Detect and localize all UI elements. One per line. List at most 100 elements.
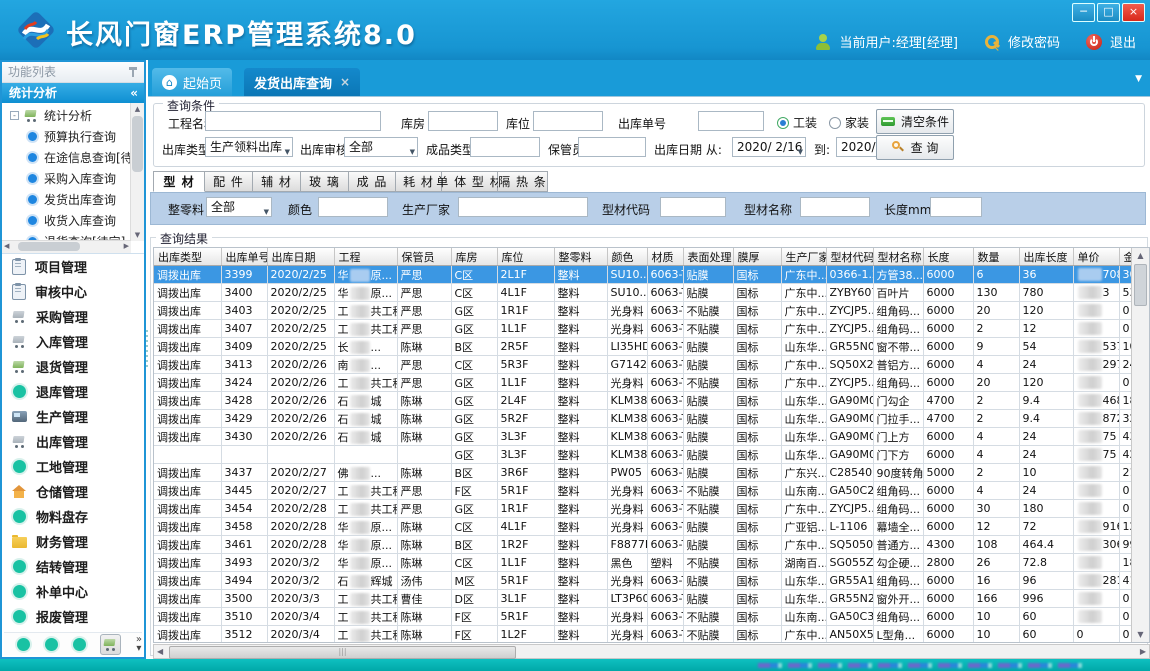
scrollbar-thumb[interactable] [18,242,80,251]
product-type-input[interactable] [470,137,540,157]
scrollbar-thumb[interactable] [1134,264,1147,306]
minimize-button[interactable]: ─ [1072,3,1095,22]
circle-icon[interactable] [17,638,30,651]
scrollbar-thumb[interactable] [132,116,143,172]
profile-code-input[interactable] [660,197,726,217]
maximize-button[interactable]: □ [1097,3,1120,22]
tree-root-item[interactable]: -统计分析 [2,105,131,126]
color-input[interactable] [318,197,388,217]
table-row[interactable]: 调拨出库34282020/2/26石城陈琳G区2L4F整料KLM38176063… [154,392,1136,410]
more-chevron[interactable]: »▾ [136,635,142,653]
order-no-input[interactable] [698,111,764,131]
table-row[interactable]: 调拨出库34002020/2/25华原...严思C区4L1F整料SU10...6… [154,284,1136,302]
scroll-down-icon[interactable]: ▼ [1132,627,1149,642]
circle-icon[interactable] [45,638,58,651]
column-header-qty[interactable]: 数量 [973,248,1019,266]
table-row[interactable]: 调拨出库34942020/3/2石辉城汤伟M区5R1F整料光身料6063-T5贴… [154,572,1136,590]
clear-conditions-button[interactable]: 清空条件 [876,109,954,134]
material-tab[interactable]: 玻 璃 [301,171,349,192]
tab-list-dropdown-icon[interactable]: ▼ [1135,74,1142,84]
sidebar-menu-item[interactable]: 物料盘存 [2,504,144,529]
sidebar-menu-item[interactable]: 生产管理 [2,404,144,429]
table-row[interactable]: 调拨出库34932020/3/2华原...陈琳C区1L1F整料黑色塑料不贴膜国标… [154,554,1136,572]
column-header-loc[interactable]: 库位 [497,248,554,266]
tree-horizontal-scrollbar[interactable]: ◀ ▶ [2,240,131,253]
table-vertical-scrollbar[interactable]: ▲ ▼ [1131,248,1149,642]
column-header-len[interactable]: 长度 [923,248,973,266]
tree-expander-icon[interactable]: - [10,111,19,120]
sidebar-menu-item[interactable]: 项目管理 [2,254,144,279]
table-row[interactable]: 调拨出库33992020/2/25华原...严思C区2L1F整料SU10...6… [154,266,1136,284]
sidebar-menu-item[interactable]: 仓储管理 [2,479,144,504]
material-tab[interactable]: 单 体 型 材 [442,171,498,192]
table-row[interactable]: 调拨出库34292020/2/26石城陈琳G区5R2F整料KLM38176063… [154,410,1136,428]
date-from-select[interactable]: 2020/ 2/16 [732,137,806,157]
sidebar-menu-item[interactable]: 结转管理 [2,554,144,579]
sidebar-menu-item[interactable]: 审核中心 [2,279,144,304]
material-tab[interactable]: 隔 热 条 [498,171,548,192]
project-name-input[interactable] [205,111,381,131]
tree-item[interactable]: 采购入库查询 [2,168,131,189]
circle-icon[interactable] [73,638,86,651]
column-header-film[interactable]: 膜厚 [733,248,781,266]
scroll-left-icon[interactable]: ◀ [4,241,9,252]
table-row[interactable]: 调拨出库35002020/3/3工共工程曹佳D区3L1F整料LT3P606063… [154,590,1136,608]
table-row[interactable]: 调拨出库34072020/2/25工共工程严思G区1L1F整料光身料6063-T… [154,320,1136,338]
column-header-mfr[interactable]: 生产厂家 [781,248,826,266]
sidebar-menu-item[interactable]: 采购管理 [2,304,144,329]
material-tab[interactable]: 耗 材 [396,171,442,192]
sidebar-menu-item[interactable]: 报废管理 [2,604,144,629]
column-header-date[interactable]: 出库日期 [267,248,334,266]
tree-item[interactable]: 发货出库查询 [2,189,131,210]
column-header-price[interactable]: 单价 [1073,248,1119,266]
table-row[interactable]: 调拨出库35122020/3/4工共工程陈琳F区1L2F整料光身料6063-T5… [154,626,1136,644]
radio-jiazhuang[interactable]: 家装 [829,114,869,131]
warehouse-input[interactable] [428,111,498,131]
sidebar-menu-item[interactable]: 财务管理 [2,529,144,554]
column-header-color[interactable]: 颜色 [607,248,647,266]
tree-item[interactable]: 收货入库查询 [2,210,131,231]
table-row[interactable]: 调拨出库34452020/2/27工共工程严思F区5R1F整料光身料6063-T… [154,482,1136,500]
table-row[interactable]: 调拨出库34542020/2/28工共工程严思G区1R1F整料光身料6063-T… [154,500,1136,518]
column-header-outlen[interactable]: 出库长度 [1019,248,1073,266]
table-row[interactable]: 调拨出库34242020/2/26工共工程严思G区1L1F整料光身料6063-T… [154,374,1136,392]
column-header-pname[interactable]: 型材名称 [873,248,923,266]
column-header-surf[interactable]: 表面处理 [683,248,733,266]
sidebar-menu-item[interactable]: 补单中心 [2,579,144,604]
column-header-code[interactable]: 型材代码 [826,248,873,266]
tree-item[interactable]: 预算执行查询 [2,126,131,147]
sidebar-menu-item[interactable]: 出库管理 [2,429,144,454]
table-row[interactable]: G区3L3F整料KLM38176063-T5贴膜国标山东华...GA90M09.… [154,446,1136,464]
table-row[interactable]: 调拨出库34612020/2/28华原...陈琳B区1R2F整料F8877FT6… [154,536,1136,554]
column-header-no[interactable]: 出库单号 [221,248,267,266]
tab-close-icon[interactable]: × [340,75,350,89]
close-button[interactable]: × [1122,3,1145,22]
table-horizontal-scrollbar[interactable]: ◀ ▶ [153,644,1150,659]
column-header-wh[interactable]: 库房 [451,248,497,266]
manufacturer-input[interactable] [458,197,588,217]
tab-home[interactable]: ⌂ 起始页 [152,68,232,96]
audit-select[interactable]: 全部 [344,137,418,157]
sidebar-menu-item[interactable]: 退货管理 [2,354,144,379]
tree-item[interactable]: 在途信息查询[待 [2,147,131,168]
scroll-down-icon[interactable]: ▼ [131,229,144,241]
change-password-link[interactable]: 修改密码 [1008,32,1060,51]
outbound-type-select[interactable]: 生产领料出库 [205,137,293,157]
sidebar-menu-item[interactable]: 工地管理 [2,454,144,479]
scroll-up-icon[interactable]: ▲ [131,103,144,115]
table-row[interactable]: 调拨出库34132020/2/26南...严思C区5R3F整料G71422606… [154,356,1136,374]
sidebar-menu-item[interactable]: 入库管理 [2,329,144,354]
sidebar-group-header[interactable]: 统计分析 « [2,83,144,103]
table-row[interactable]: 调拨出库35102020/3/4工共工程陈琳F区5R1F整料光身料6063-T5… [154,608,1136,626]
table-row[interactable]: 调拨出库34302020/2/26石城陈琳G区3L3F整料KLM38176063… [154,428,1136,446]
material-tab[interactable]: 配 件 [205,171,253,192]
tree-vertical-scrollbar[interactable]: ▲ ▼ [130,103,144,241]
length-input[interactable] [930,197,982,217]
scroll-right-icon[interactable]: ▶ [124,241,129,252]
table-row[interactable]: 调拨出库34032020/2/25工共工程严思G区1R1F整料光身料6063-T… [154,302,1136,320]
profile-name-input[interactable] [800,197,870,217]
material-tab[interactable]: 辅 材 [253,171,301,192]
sidebar-menu-item[interactable]: 退库管理 [2,379,144,404]
table-row[interactable]: 调拨出库34372020/2/27佛...陈琳B区3R6F整料PW056063-… [154,464,1136,482]
radio-gongzhuang[interactable]: 工装 [777,114,817,131]
